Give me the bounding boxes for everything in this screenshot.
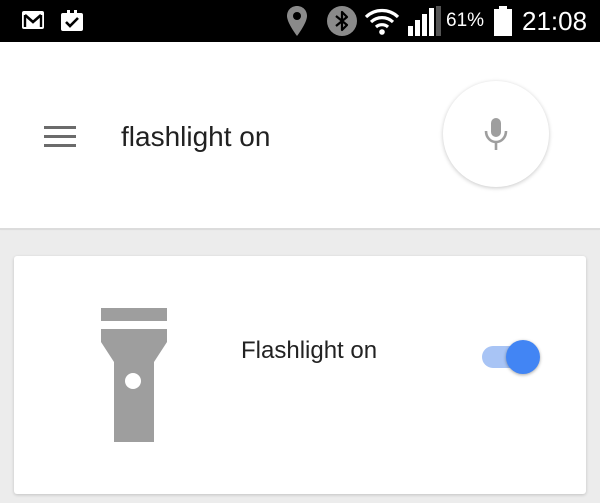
search-query[interactable]: flashlight on xyxy=(121,114,270,160)
toggle-thumb xyxy=(506,340,540,374)
battery-icon xyxy=(494,6,512,36)
battery-percent: 61% xyxy=(446,10,485,31)
search-bar: flashlight on xyxy=(0,42,600,228)
gmail-icon xyxy=(22,11,44,29)
flashlight-label: Flashlight on xyxy=(241,337,378,364)
divider xyxy=(0,228,600,230)
flashlight-icon xyxy=(101,308,167,442)
clock: 21:08 xyxy=(522,6,588,36)
location-icon xyxy=(287,6,307,36)
flashlight-toggle[interactable] xyxy=(482,340,542,376)
calendar-check-icon xyxy=(61,10,83,31)
flashlight-card: Flashlight on xyxy=(14,256,586,494)
bluetooth-icon xyxy=(327,6,357,36)
status-bar: 61% 21:08 xyxy=(0,0,600,42)
menu-icon[interactable] xyxy=(44,126,76,148)
mic-icon xyxy=(484,118,508,150)
mic-button[interactable] xyxy=(443,81,549,187)
signal-icon xyxy=(408,6,441,36)
wifi-icon xyxy=(364,9,400,35)
